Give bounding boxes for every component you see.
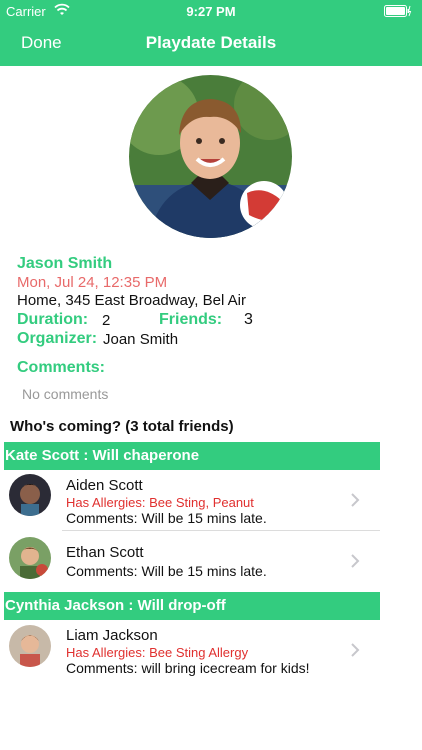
friends-label: Friends: — [159, 311, 223, 328]
battery-icon — [384, 5, 412, 17]
kid-allergies: Has Allergies: Bee Sting Allergy — [66, 645, 249, 660]
list-item-aiden-scott[interactable]: Aiden Scott Has Allergies: Bee Sting, Pe… — [0, 470, 380, 530]
kid-allergies: Has Allergies: Bee Sting, Peanut — [66, 495, 254, 510]
kid-name: Aiden Scott — [66, 477, 143, 494]
kid-comments: Comments: Will be 15 mins late. — [66, 563, 267, 579]
whos-coming-heading: Who's coming? (3 total friends) — [10, 418, 234, 435]
duration-label: Duration: — [17, 311, 89, 328]
comments-value: No comments — [22, 386, 109, 402]
status-bar: Carrier 9:27 PM — [0, 0, 422, 22]
playdate-date: Mon, Jul 24, 12:35 PM — [17, 274, 168, 291]
avatar — [9, 537, 51, 579]
navigation-bar: Done Playdate Details — [0, 22, 422, 66]
comments-label: Comments: — [17, 359, 106, 376]
host-avatar — [129, 75, 292, 238]
chevron-right-icon — [351, 493, 360, 507]
kid-name: Liam Jackson — [66, 627, 158, 644]
organizer-label: Organizer: — [17, 330, 98, 347]
avatar — [9, 474, 51, 516]
duration-value: 2 — [102, 312, 111, 329]
friends-value: 3 — [244, 311, 253, 328]
page-title: Playdate Details — [145, 33, 277, 52]
group-header-cynthia-jackson: Cynthia Jackson : Will drop-off — [4, 592, 380, 620]
kid-comments: Comments: will bring icecream for kids! — [66, 660, 310, 676]
organizer-value: Joan Smith — [103, 331, 179, 348]
chevron-right-icon — [351, 554, 360, 568]
group-header-kate-scott: Kate Scott : Will chaperone — [4, 442, 380, 470]
status-time: 9:27 PM — [186, 4, 236, 19]
chevron-right-icon — [351, 643, 360, 657]
list-item-ethan-scott[interactable]: Ethan Scott Comments: Will be 15 mins la… — [0, 531, 380, 589]
host-name: Jason Smith — [17, 255, 113, 272]
kid-comments: Comments: Will be 15 mins late. — [66, 510, 267, 526]
kid-name: Ethan Scott — [66, 544, 144, 561]
avatar — [9, 625, 51, 667]
list-item-liam-jackson[interactable]: Liam Jackson Has Allergies: Bee Sting Al… — [0, 620, 380, 680]
playdate-address: Home, 345 East Broadway, Bel Air — [17, 292, 246, 309]
